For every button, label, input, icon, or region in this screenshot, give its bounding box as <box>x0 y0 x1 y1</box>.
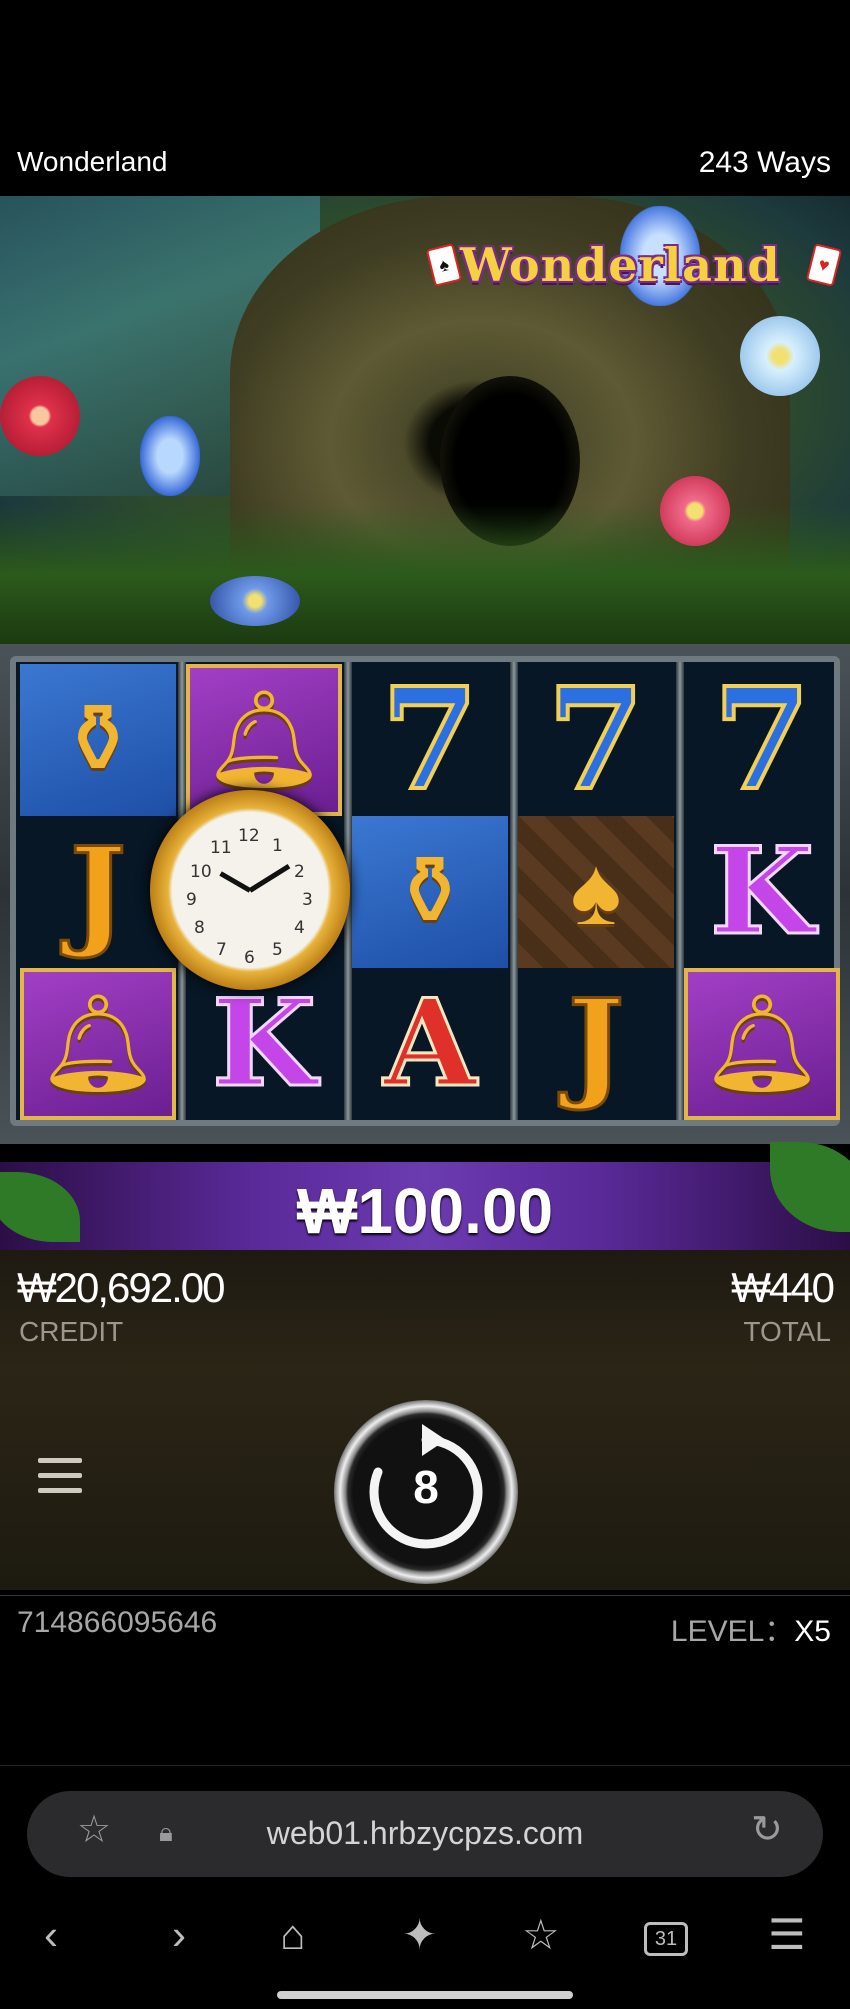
win-banner: ₩100.00 <box>0 1142 850 1250</box>
home-icon[interactable]: ⌂ <box>280 1914 305 1956</box>
bookmarks-icon[interactable]: ☆ <box>522 1914 560 1956</box>
reload-icon[interactable]: ↻ <box>751 1811 783 1849</box>
auto-spin-count: 8 <box>413 1461 439 1513</box>
minute-hand <box>219 871 252 893</box>
ways-label: 243 Ways <box>698 146 831 179</box>
white-flower-icon <box>740 316 820 396</box>
vase-icon: ⚱ <box>57 686 139 793</box>
bell-icon: 🔔︎ <box>203 686 325 793</box>
symbol-jack: J <box>518 968 674 1120</box>
king-symbol: K <box>708 821 815 962</box>
reel-divider <box>676 662 684 1120</box>
seven-symbol: 7 <box>711 658 812 822</box>
game-header: Wonderland 243 Ways <box>0 130 850 194</box>
reel-divider <box>510 662 518 1120</box>
pink-flower-icon <box>660 476 730 546</box>
tabs-icon[interactable]: 31 <box>644 1922 688 1956</box>
bell-icon: 🔔︎ <box>37 990 159 1097</box>
credit-value: ₩20,692.00 <box>17 1264 225 1311</box>
symbol-vase: ⚱ <box>352 816 508 968</box>
playing-card-icon: ♥ <box>805 243 843 287</box>
hamburger-icon[interactable] <box>38 1458 82 1498</box>
symbol-bell: 🔔︎ <box>684 968 840 1120</box>
pocket-watch-icon: 12 1 2 3 4 5 6 7 8 9 10 11 <box>150 790 350 990</box>
menu-icon[interactable]: ☰ <box>768 1914 806 1956</box>
ace-symbol: A <box>382 973 478 1114</box>
control-panel: ₩20,692.00 CREDIT ₩440 TOTAL 8 <box>0 1250 850 1590</box>
game-logo: ♠ Wonderland ♥ <box>425 232 843 302</box>
symbol-spade: ♠ <box>518 816 674 968</box>
round-id: 714866095646 <box>17 1606 218 1639</box>
hour-hand <box>248 864 291 893</box>
symbol-ace: A <box>352 968 508 1120</box>
credit-label: CREDIT <box>19 1316 124 1347</box>
symbol-bell: 🔔︎ <box>20 968 176 1120</box>
browser-toolbar: ☆ 🔒︎ web01.hrbzycpzs.com ↻ ‹ › ⌂ ✦ ☆ 31 … <box>0 1765 850 2009</box>
logo-text: Wonderland <box>460 238 781 292</box>
symbol-seven: 7 <box>518 664 674 816</box>
seven-symbol: 7 <box>379 658 480 822</box>
symbol-seven: 7 <box>352 664 508 816</box>
game-title: Wonderland <box>17 146 168 177</box>
reel-frame: ⚱ 🔔︎ 7 7 7 J ⚱ ♠ K 🔔︎ K A J 🔔︎ <box>10 656 840 1126</box>
total-bet-value[interactable]: ₩440 <box>731 1264 835 1312</box>
auto-spin-button[interactable]: 8 <box>334 1400 518 1584</box>
symbol-seven: 7 <box>684 664 840 816</box>
jack-symbol: J <box>68 821 128 962</box>
spade-icon: ♠ <box>570 838 622 945</box>
url-text[interactable]: web01.hrbzycpzs.com <box>27 1815 823 1852</box>
sparkle-icon[interactable]: ✦ <box>402 1914 437 1956</box>
status-bar: 714866095646 LEVEL：X5 <box>0 1595 850 1648</box>
bet-level: LEVEL：X5 <box>671 1606 831 1650</box>
symbol-king: K <box>186 968 342 1120</box>
forward-icon[interactable]: › <box>172 1914 186 1956</box>
bell-icon: 🔔︎ <box>701 990 823 1097</box>
blue-butterfly-icon <box>140 416 200 496</box>
back-icon[interactable]: ‹ <box>44 1914 58 1956</box>
reels-area: ⚱ 🔔︎ 7 7 7 J ⚱ ♠ K 🔔︎ K A J 🔔︎ <box>0 644 850 1144</box>
jack-symbol: J <box>566 973 626 1114</box>
king-symbol: K <box>210 973 317 1114</box>
level-label: LEVEL： <box>670 1615 795 1648</box>
address-bar[interactable]: ☆ 🔒︎ web01.hrbzycpzs.com ↻ <box>27 1791 823 1877</box>
red-flower-icon <box>0 376 80 456</box>
win-amount: ₩100.00 <box>296 1175 554 1247</box>
playing-card-icon: ♠ <box>425 243 463 287</box>
seven-symbol: 7 <box>545 658 646 822</box>
blue-flower-icon <box>210 576 300 626</box>
vase-icon: ⚱ <box>389 838 471 945</box>
symbol-vase: ⚱ <box>20 664 176 816</box>
total-bet-label: TOTAL <box>743 1316 831 1347</box>
level-value: X5 <box>794 1615 831 1648</box>
home-indicator <box>277 1991 573 1999</box>
symbol-king: K <box>684 816 840 968</box>
